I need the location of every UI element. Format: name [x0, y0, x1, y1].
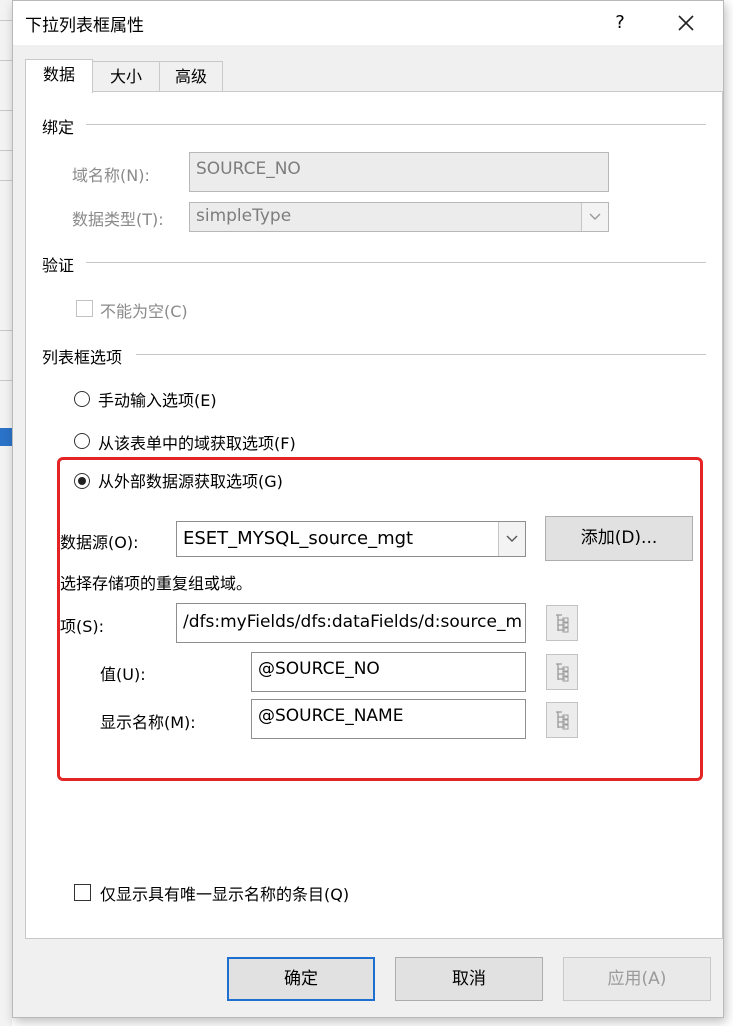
radio-from-form[interactable]: [74, 433, 90, 449]
radio-from-form-label: 从该表单中的域获取选项(F): [98, 434, 296, 453]
divider: [86, 124, 706, 125]
tab-advanced[interactable]: 高级: [159, 61, 223, 92]
divider: [136, 354, 706, 355]
radio-manual-label: 手动输入选项(E): [98, 391, 217, 410]
data-type-label: 数据类型(T):: [72, 210, 164, 229]
background-line: [0, 330, 12, 331]
unique-only-label: 仅显示具有唯一显示名称的条目(Q): [100, 885, 350, 904]
radio-manual[interactable]: [74, 391, 90, 407]
background-line: [0, 180, 12, 181]
chevron-down-icon: [581, 203, 608, 231]
unique-only-checkbox[interactable]: [74, 884, 91, 901]
divider: [86, 262, 706, 263]
not-blank-label: 不能为空(C): [100, 302, 188, 321]
background-line: [0, 380, 12, 381]
field-name-label: 域名称(N):: [72, 166, 150, 185]
help-button[interactable]: ?: [603, 7, 637, 39]
list-options-heading: 列表框选项: [42, 348, 123, 367]
background-line: [0, 20, 12, 21]
binding-heading: 绑定: [42, 118, 75, 137]
field-name-input[interactable]: SOURCE_NO: [189, 152, 609, 192]
background-selection: [0, 428, 12, 446]
apply-button[interactable]: 应用(A): [563, 957, 711, 1001]
close-icon[interactable]: [669, 7, 703, 39]
title-bar: 下拉列表框属性 ?: [13, 1, 723, 45]
data-type-value: simpleType: [196, 206, 292, 226]
tab-size[interactable]: 大小: [91, 61, 161, 92]
tab-data[interactable]: 数据: [25, 59, 93, 93]
dialog-title: 下拉列表框属性: [25, 16, 144, 36]
dropdown-properties-dialog: 下拉列表框属性 ? 数据 大小 高级 绑定 域名称(N): SOURCE_NO …: [12, 0, 724, 1018]
background-line: [0, 110, 12, 111]
ok-button[interactable]: 确定: [227, 957, 375, 1001]
background-line: [0, 60, 12, 61]
background-app-strip: [0, 0, 12, 1026]
cancel-button[interactable]: 取消: [395, 957, 543, 1001]
data-type-select[interactable]: simpleType: [189, 202, 609, 232]
background-line: [0, 150, 12, 151]
validation-heading: 验证: [42, 256, 75, 275]
not-blank-checkbox[interactable]: [76, 300, 93, 317]
highlight-frame: [57, 457, 703, 781]
